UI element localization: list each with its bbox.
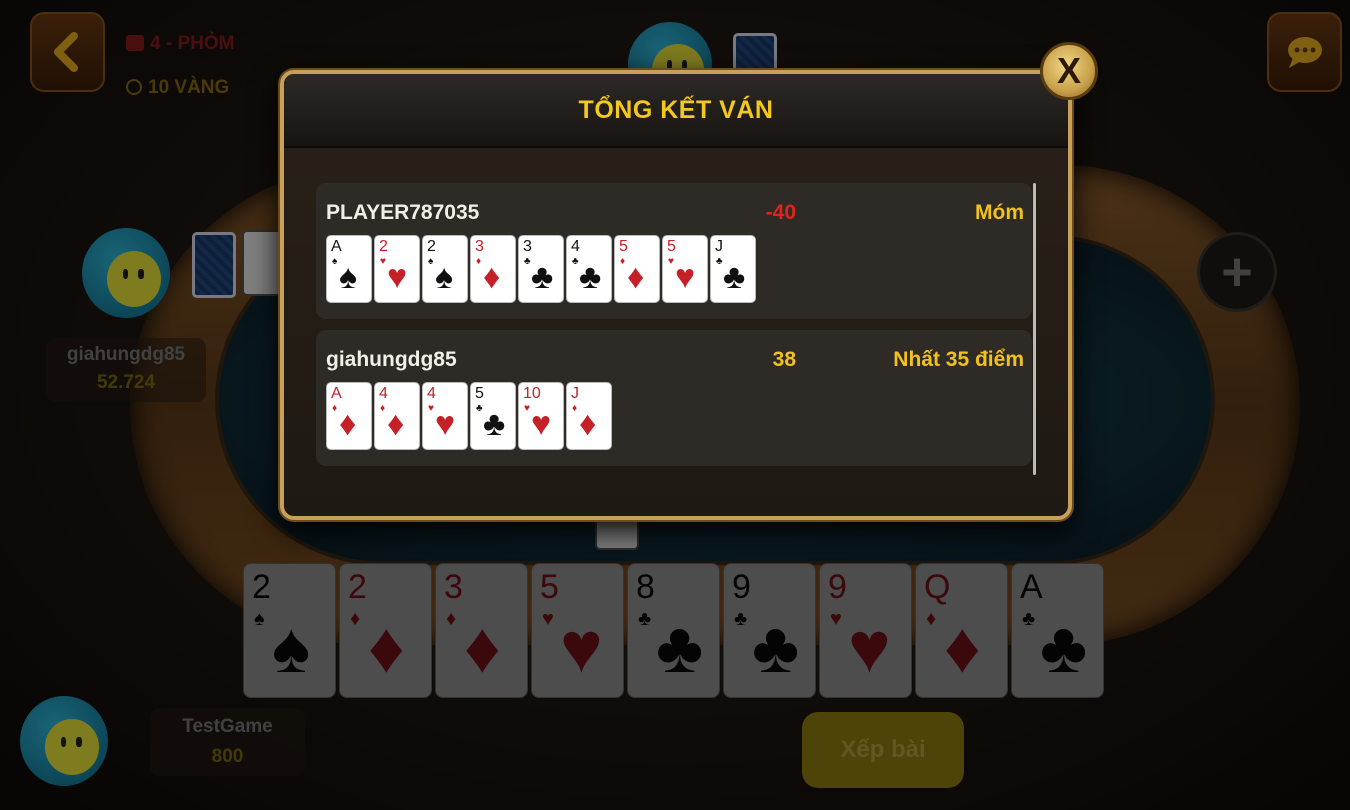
card-suit-icon: ♦	[620, 256, 626, 267]
card-suit-icon: ♣	[723, 258, 746, 296]
result-card: J ♣ ♣	[710, 235, 756, 303]
card-rank: A	[331, 385, 342, 402]
card-suit-icon: ♥	[387, 258, 408, 296]
card-rank: J	[571, 385, 579, 402]
result-player-name: giahungdg85	[326, 348, 457, 371]
card-suit-icon: ♥	[428, 403, 434, 414]
result-card: 5 ♣ ♣	[470, 382, 516, 450]
result-card: 5 ♦ ♦	[614, 235, 660, 303]
card-rank: 4	[379, 385, 388, 402]
card-suit-icon: ♦	[339, 405, 357, 443]
card-suit-icon: ♦	[476, 256, 482, 267]
card-suit-icon: ♣	[572, 256, 579, 267]
result-card: 4 ♦ ♦	[374, 382, 420, 450]
result-cards: A ♦ ♦ 4 ♦ ♦ 4 ♥ ♥ 5 ♣ ♣ 10 ♥ ♥ J ♦ ♦	[326, 382, 612, 450]
close-button[interactable]: X	[1040, 42, 1098, 100]
card-suit-icon: ♠	[428, 256, 434, 267]
result-score: 38	[772, 348, 796, 371]
card-rank: 3	[523, 238, 532, 255]
close-icon: X	[1056, 50, 1081, 91]
result-card: A ♠ ♠	[326, 235, 372, 303]
card-suit-icon: ♦	[579, 405, 597, 443]
result-card: 4 ♣ ♣	[566, 235, 612, 303]
card-suit-icon: ♥	[675, 258, 696, 296]
card-suit-icon: ♥	[524, 403, 530, 414]
card-suit-icon: ♠	[339, 258, 358, 296]
result-row: PLAYER787035 -40 Móm A ♠ ♠ 2 ♥ ♥ 2 ♠ ♠ 3 ♦ ♦ 3 ♣ ♣ 4 ♣ ♣ 5…	[316, 183, 1032, 319]
card-suit-icon: ♦	[332, 403, 338, 414]
result-row: giahungdg85 38 Nhất 35 điểm A ♦ ♦ 4 ♦ ♦ 4 ♥ ♥ 5 ♣ ♣…	[316, 330, 1032, 466]
result-status: Nhất 35 điểm	[893, 348, 1024, 371]
card-rank: 3	[475, 238, 484, 255]
result-card: 2 ♥ ♥	[374, 235, 420, 303]
result-card: 10 ♥ ♥	[518, 382, 564, 450]
card-rank: 5	[619, 238, 628, 255]
card-suit-icon: ♠	[332, 256, 338, 267]
card-suit-icon: ♥	[531, 405, 552, 443]
card-suit-icon: ♦	[483, 258, 501, 296]
result-card: 4 ♥ ♥	[422, 382, 468, 450]
card-suit-icon: ♥	[668, 256, 674, 267]
result-score: -40	[765, 201, 796, 224]
card-suit-icon: ♦	[387, 405, 405, 443]
card-suit-icon: ♦	[380, 403, 386, 414]
card-suit-icon: ♦	[572, 403, 578, 414]
card-rank: J	[715, 238, 723, 255]
dialog-scrollbar[interactable]	[1033, 183, 1036, 475]
card-rank: 10	[523, 385, 541, 402]
dialog-title: TỔNG KẾT VÁN	[578, 95, 774, 124]
result-card: 5 ♥ ♥	[662, 235, 708, 303]
result-cards: A ♠ ♠ 2 ♥ ♥ 2 ♠ ♠ 3 ♦ ♦ 3 ♣ ♣ 4 ♣ ♣ 5 ♦ ♦ 5 ♥ ♥ J ♣ ♣	[326, 235, 756, 303]
result-player-name: PLAYER787035	[326, 201, 480, 224]
card-suit-icon: ♣	[579, 258, 602, 296]
result-status: Móm	[975, 201, 1024, 224]
card-suit-icon: ♥	[435, 405, 456, 443]
dialog-header: TỔNG KẾT VÁN	[284, 74, 1068, 148]
card-suit-icon: ♦	[627, 258, 645, 296]
result-card: 2 ♠ ♠	[422, 235, 468, 303]
card-suit-icon: ♠	[435, 258, 454, 296]
card-suit-icon: ♣	[483, 405, 506, 443]
card-suit-icon: ♣	[476, 403, 483, 414]
card-rank: 2	[427, 238, 436, 255]
result-card: A ♦ ♦	[326, 382, 372, 450]
card-rank: A	[331, 238, 342, 255]
result-card: 3 ♦ ♦	[470, 235, 516, 303]
card-suit-icon: ♣	[716, 256, 723, 267]
result-card: J ♦ ♦	[566, 382, 612, 450]
card-suit-icon: ♣	[531, 258, 554, 296]
card-rank: 4	[571, 238, 580, 255]
card-rank: 5	[475, 385, 484, 402]
card-suit-icon: ♣	[524, 256, 531, 267]
card-rank: 4	[427, 385, 436, 402]
card-rank: 2	[379, 238, 388, 255]
card-suit-icon: ♥	[380, 256, 386, 267]
card-rank: 5	[667, 238, 676, 255]
result-card: 3 ♣ ♣	[518, 235, 564, 303]
